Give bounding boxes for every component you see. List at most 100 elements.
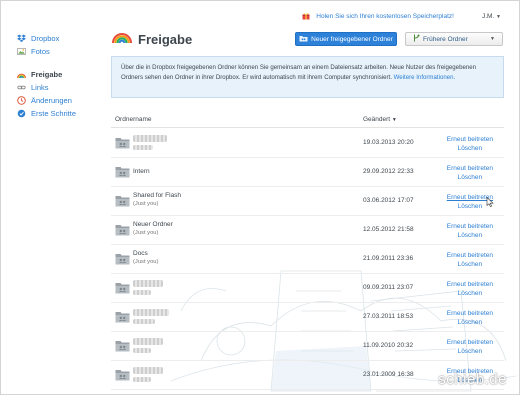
redacted-folder-name	[133, 367, 163, 374]
mouse-cursor-icon	[486, 197, 494, 207]
sidebar-item-label: Dropbox	[31, 34, 60, 43]
delete-link[interactable]: Löschen	[447, 318, 493, 327]
watermark: schieb.de	[438, 371, 507, 388]
folder-name-cell: Shared for Flash (Just you)	[133, 192, 181, 208]
folder-name-cell	[133, 338, 163, 356]
info-box: Über die in Dropbox freigegebenen Ordner…	[111, 56, 504, 98]
redacted-folder-detail	[133, 145, 153, 150]
column-header-modified[interactable]: Geändert ▼	[363, 116, 397, 123]
delete-link[interactable]: Löschen	[447, 231, 493, 240]
redacted-folder-detail	[133, 319, 155, 324]
sidebar-item-fotos[interactable]: Fotos	[17, 45, 97, 58]
modified-date: 21.09.2011 23:36	[363, 255, 414, 262]
table-row[interactable]: 19.03.2013 20:20 Erneut beitreten Löschen	[111, 129, 504, 158]
modified-date: 12.05.2012 21:58	[363, 226, 414, 233]
rejoin-link[interactable]: Erneut beitreten	[447, 338, 493, 347]
page-title: Freigabe	[138, 32, 193, 47]
sort-arrow-icon: ▼	[391, 117, 397, 123]
folder-name: Neuer Ordner	[133, 221, 173, 228]
modified-date: 11.09.2010 20:32	[363, 342, 414, 349]
shared-folder-icon	[115, 283, 130, 294]
folder-owner-note: (Just you)	[133, 230, 159, 236]
sidebar-item-freigabe[interactable]: Freigabe	[17, 68, 97, 81]
shared-folder-icon	[115, 341, 130, 352]
gift-icon	[302, 12, 310, 20]
shared-folder-icon	[115, 138, 130, 149]
sidebar-item-links[interactable]: Links	[17, 81, 97, 94]
chevron-down-icon: ▼	[496, 13, 501, 20]
sidebar-item-label: Erste Schritte	[31, 109, 77, 118]
app-window: Holen Sie sich Ihren kostenlosen Speiche…	[0, 0, 520, 395]
folder-name-cell: Docs (Just you)	[133, 250, 158, 266]
table-row[interactable]: Intern 29.09.2012 22:33 Erneut beitreten Lö…	[111, 158, 504, 187]
folder-name-cell	[133, 135, 167, 153]
shared-folder-icon	[115, 225, 130, 236]
redacted-folder-detail	[133, 290, 151, 295]
table-row[interactable]: 09.09.2011 23:07 Erneut beitreten Löschen	[111, 274, 504, 303]
chevron-down-icon: ▼	[490, 36, 495, 42]
table-row[interactable]: Neuer Ordner (Just you) 12.05.2012 21:58 Er…	[111, 216, 504, 245]
dropbox-icon	[17, 34, 26, 43]
more-info-link[interactable]: Weitere Informationen.	[394, 74, 456, 81]
redacted-folder-name	[133, 135, 167, 142]
new-shared-folder-button[interactable]: Neuer freigegebener Ordner	[295, 32, 397, 46]
row-actions: Erneut beitreten Löschen	[447, 309, 493, 327]
branch-icon	[413, 34, 420, 44]
sidebar-item-aenderungen[interactable]: Änderungen	[17, 94, 97, 107]
table-header: Ordnername Geändert ▼	[111, 114, 504, 128]
table-row[interactable]: Shared for Flash (Just you) 03.06.2012 17:…	[111, 187, 504, 216]
steps-icon	[17, 109, 26, 118]
sidebar-item-label: Freigabe	[31, 70, 63, 79]
delete-link[interactable]: Löschen	[447, 173, 493, 182]
rejoin-link[interactable]: Erneut beitreten	[447, 164, 493, 173]
row-actions: Erneut beitreten Löschen	[447, 280, 493, 298]
folder-name-cell	[133, 367, 163, 385]
sidebar-item-dropbox[interactable]: Dropbox	[17, 32, 97, 45]
rainbow-icon	[17, 70, 26, 79]
row-actions: Erneut beitreten Löschen	[447, 338, 493, 356]
delete-link[interactable]: Löschen	[447, 347, 493, 356]
row-actions: Erneut beitreten Löschen	[447, 222, 493, 240]
table-row[interactable]: 11.09.2010 20:32 Erneut beitreten Löschen	[111, 332, 504, 361]
sidebar-item-erste-schritte[interactable]: Erste Schritte	[17, 107, 97, 120]
redacted-folder-detail	[133, 348, 151, 353]
folder-name-cell	[133, 280, 163, 298]
delete-link[interactable]: Löschen	[447, 289, 493, 298]
table-row[interactable]: Docs (Just you) 21.09.2011 23:36 Erneut bei…	[111, 245, 504, 274]
rejoin-link[interactable]: Erneut beitreten	[447, 309, 493, 318]
user-menu[interactable]: J.M. ▼	[482, 13, 501, 20]
modified-date: 19.03.2013 20:20	[363, 139, 414, 146]
shared-folder-icon	[115, 312, 130, 323]
modified-date: 29.09.2012 22:33	[363, 168, 414, 175]
modified-date: 27.03.2011 18:53	[363, 313, 414, 320]
folder-name: Docs	[133, 250, 148, 257]
previous-folders-label: Frühere Ordner	[423, 35, 468, 43]
shared-folder-icon	[115, 196, 130, 207]
column-header-name[interactable]: Ordnername	[115, 116, 152, 123]
folder-name-cell: Intern	[133, 168, 150, 176]
folder-owner-note: (Just you)	[133, 259, 159, 265]
rejoin-link[interactable]: Erneut beitreten	[447, 222, 493, 231]
rainbow-icon	[112, 30, 132, 49]
rejoin-link[interactable]: Erneut beitreten	[447, 251, 493, 260]
folder-share-icon	[299, 35, 308, 44]
rejoin-link[interactable]: Erneut beitreten	[447, 280, 493, 289]
redacted-folder-name	[133, 280, 163, 287]
shared-folder-icon	[115, 254, 130, 265]
user-name: J.M.	[481, 12, 495, 20]
shared-folder-icon	[115, 370, 130, 381]
folder-name: Shared for Flash	[133, 192, 182, 199]
link-icon	[17, 83, 26, 92]
previous-folders-button[interactable]: Frühere Ordner ▼	[405, 32, 503, 46]
table-row[interactable]: 27.03.2011 18:53 Erneut beitreten Löschen	[111, 303, 504, 332]
modified-date: 03.06.2012 17:07	[363, 197, 414, 204]
promo-link[interactable]: Holen Sie sich Ihren kostenlosen Speiche…	[316, 13, 454, 20]
sidebar-item-label: Links	[31, 83, 49, 92]
delete-link[interactable]: Löschen	[447, 144, 493, 153]
rejoin-link[interactable]: Erneut beitreten	[447, 135, 493, 144]
delete-link[interactable]: Löschen	[447, 260, 493, 269]
page-header: Freigabe	[112, 30, 192, 49]
row-actions: Erneut beitreten Löschen	[447, 251, 493, 269]
row-actions: Erneut beitreten Löschen	[447, 135, 493, 153]
redacted-folder-name	[133, 309, 169, 316]
